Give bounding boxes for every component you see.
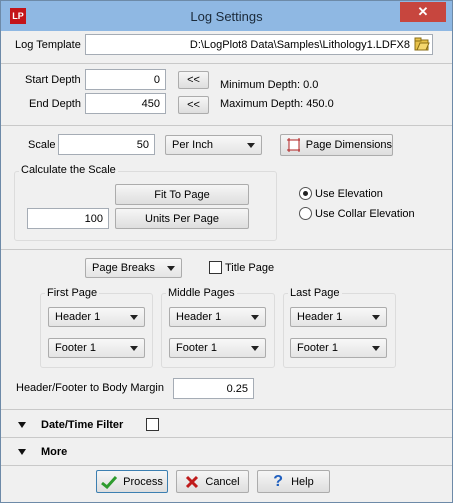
separator [1, 465, 452, 466]
help-button[interactable]: ? Help [257, 470, 330, 493]
last-page-header-select[interactable]: Header 1 [290, 307, 387, 327]
log-template-value: D:\LogPlot8 Data\Samples\Lithology1.LDFX… [189, 38, 410, 51]
first-page-header-value: Header 1 [55, 311, 101, 323]
page-dimensions-button[interactable]: Page Dimensions [280, 134, 393, 156]
middle-pages-header-value: Header 1 [176, 311, 222, 323]
units-per-page-button[interactable]: Units Per Page [115, 208, 249, 229]
page-dimensions-icon [287, 138, 300, 152]
cancel-x-icon [186, 475, 199, 488]
title-page-checkbox[interactable] [209, 261, 222, 274]
chevron-down-icon [247, 143, 255, 148]
end-depth-label: End Depth [29, 98, 81, 110]
chevron-down-icon [130, 315, 138, 320]
last-page-footer-value: Footer 1 [297, 342, 338, 354]
chevron-down-icon [251, 346, 259, 351]
last-page-header-value: Header 1 [297, 311, 343, 323]
units-per-page-field[interactable]: 100 [27, 208, 109, 229]
chevron-down-icon [372, 346, 380, 351]
use-collar-elevation-label: Use Collar Elevation [315, 208, 415, 220]
units-per-page-value: 100 [84, 212, 103, 225]
middle-pages-footer-value: Footer 1 [176, 342, 217, 354]
margin-value: 0.25 [226, 382, 248, 395]
minimum-depth-label: Minimum Depth: 0.0 [220, 79, 319, 91]
page-mode-select[interactable]: Page Breaks [85, 258, 182, 278]
date-time-filter-checkbox[interactable] [146, 418, 159, 431]
start-depth-label: Start Depth [25, 74, 81, 86]
scale-unit-select[interactable]: Per Inch [165, 135, 262, 155]
page-dimensions-label: Page Dimensions [305, 139, 392, 151]
chevron-down-icon [167, 266, 175, 271]
calculate-scale-group [14, 171, 277, 241]
middle-pages-title: Middle Pages [166, 287, 237, 299]
fit-to-page-button[interactable]: Fit To Page [115, 184, 249, 205]
separator [1, 63, 452, 64]
more-label[interactable]: More [41, 446, 67, 458]
calculate-scale-title: Calculate the Scale [19, 164, 118, 176]
chevron-down-icon [130, 346, 138, 351]
separator [1, 437, 452, 438]
checkmark-icon [101, 475, 118, 489]
separator [1, 409, 452, 410]
first-page-title: First Page [45, 287, 100, 299]
title-bar: LP Log Settings ✕ [1, 1, 452, 31]
log-settings-window: LP Log Settings ✕ Log Template D:\LogPlo… [0, 0, 453, 503]
use-elevation-radio[interactable] [299, 187, 312, 200]
set-start-depth-button[interactable]: << [178, 71, 209, 89]
middle-pages-header-select[interactable]: Header 1 [169, 307, 266, 327]
use-elevation-label: Use Elevation [315, 188, 383, 200]
log-template-label: Log Template [15, 39, 81, 51]
first-page-footer-value: Footer 1 [55, 342, 96, 354]
chevron-down-icon [372, 315, 380, 320]
set-end-depth-button[interactable]: << [178, 96, 209, 114]
middle-pages-footer-select[interactable]: Footer 1 [169, 338, 266, 358]
page-mode-value: Page Breaks [92, 262, 155, 274]
separator [1, 125, 452, 126]
title-page-label: Title Page [225, 262, 275, 274]
open-folder-icon[interactable] [414, 36, 430, 52]
last-page-title: Last Page [288, 287, 342, 299]
window-title: Log Settings [190, 8, 263, 24]
close-button[interactable]: ✕ [400, 2, 446, 22]
start-depth-value: 0 [153, 73, 160, 86]
process-button[interactable]: Process [96, 470, 168, 493]
date-time-filter-label[interactable]: Date/Time Filter [41, 419, 123, 431]
margin-label: Header/Footer to Body Margin [16, 382, 164, 394]
help-question-icon: ? [273, 472, 284, 490]
end-depth-field[interactable]: 450 [85, 93, 166, 114]
use-collar-elevation-radio[interactable] [299, 207, 312, 220]
margin-field[interactable]: 0.25 [173, 378, 254, 399]
expand-triangle-icon[interactable] [18, 449, 26, 455]
log-template-field[interactable]: D:\LogPlot8 Data\Samples\Lithology1.LDFX… [85, 34, 433, 55]
maximum-depth-label: Maximum Depth: 450.0 [220, 98, 334, 110]
start-depth-field[interactable]: 0 [85, 69, 166, 90]
end-depth-value: 450 [141, 97, 160, 110]
chevron-down-icon [251, 315, 259, 320]
cancel-button[interactable]: Cancel [176, 470, 249, 493]
last-page-footer-select[interactable]: Footer 1 [290, 338, 387, 358]
help-label: Help [291, 475, 314, 488]
cancel-label: Cancel [205, 475, 240, 488]
process-label: Process [123, 475, 163, 488]
scale-unit-value: Per Inch [172, 139, 213, 151]
first-page-header-select[interactable]: Header 1 [48, 307, 145, 327]
scale-value: 50 [136, 138, 149, 151]
scale-field[interactable]: 50 [58, 134, 155, 155]
scale-label: Scale [28, 139, 56, 151]
expand-triangle-icon[interactable] [18, 422, 26, 428]
first-page-footer-select[interactable]: Footer 1 [48, 338, 145, 358]
app-logo-icon: LP [10, 8, 26, 24]
separator [1, 249, 452, 250]
